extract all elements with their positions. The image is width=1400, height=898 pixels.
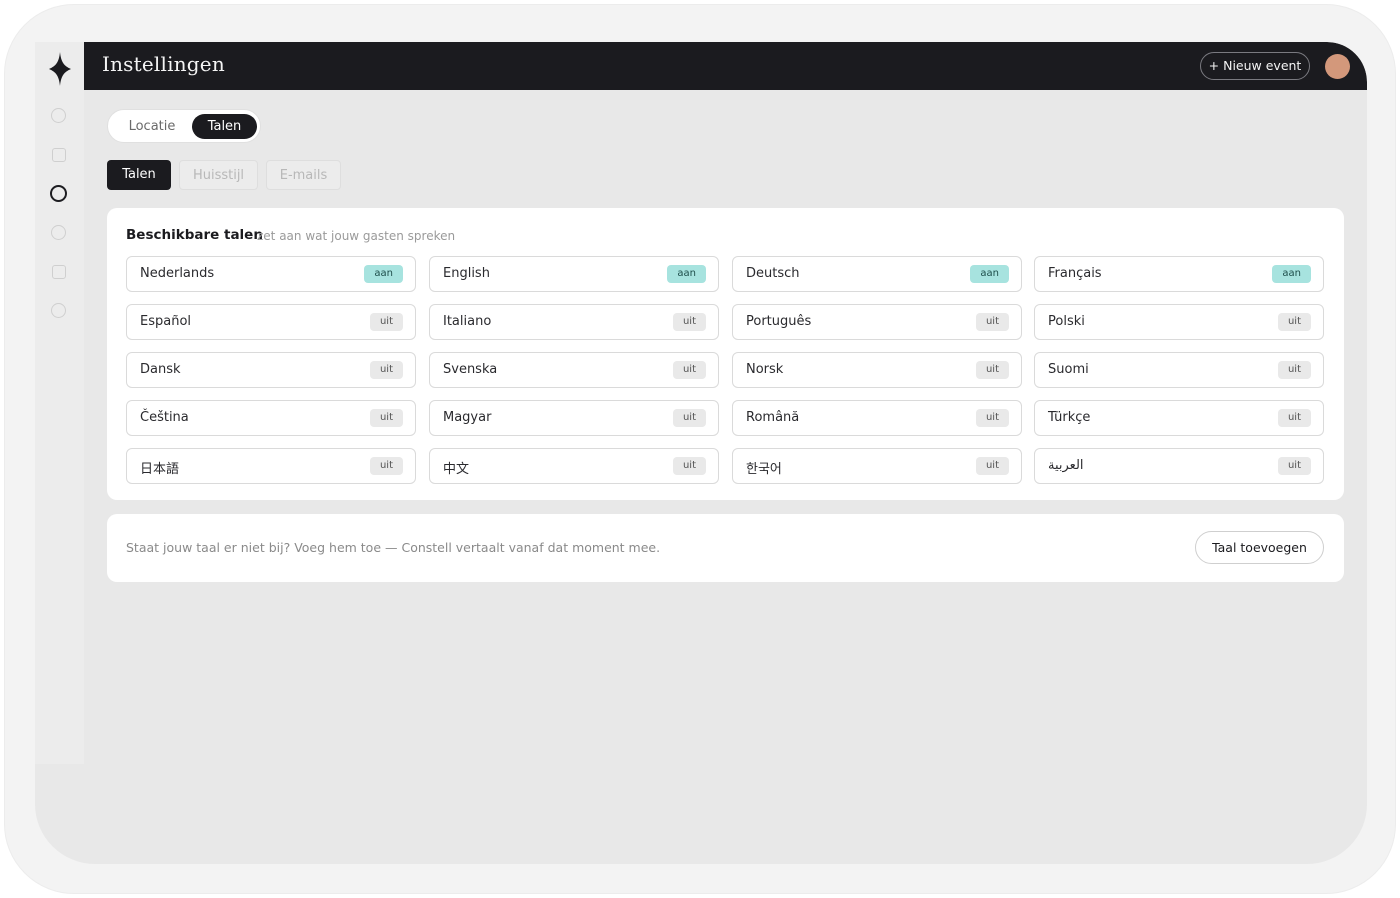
language-tile[interactable]: English aan xyxy=(429,256,719,292)
rail-nav-icon-1[interactable] xyxy=(51,108,66,123)
language-name: العربية xyxy=(1048,458,1084,473)
language-tile[interactable]: Magyar uit xyxy=(429,400,719,436)
language-name: Türkçe xyxy=(1048,410,1091,425)
language-status-badge[interactable]: uit xyxy=(1277,361,1311,379)
language-status-badge[interactable]: uit xyxy=(672,361,706,379)
language-name: Português xyxy=(746,314,812,329)
language-tile[interactable]: Polski uit xyxy=(1034,304,1324,340)
tab-e-mails[interactable]: E-mails xyxy=(266,160,341,190)
language-status-badge[interactable]: aan xyxy=(667,265,706,283)
language-status-badge[interactable]: aan xyxy=(1272,265,1311,283)
rail-nav-icon-5[interactable] xyxy=(52,265,66,279)
language-name: 한국어 xyxy=(746,462,782,477)
tab-talen[interactable]: Talen xyxy=(107,160,171,190)
language-tile[interactable]: Suomi uit xyxy=(1034,352,1324,388)
language-tile[interactable]: 日本語 uit xyxy=(126,448,416,484)
rail-nav-icon-6[interactable] xyxy=(51,303,66,318)
add-language-button[interactable]: Taal toevoegen xyxy=(1195,531,1324,564)
language-tile[interactable]: Türkçe uit xyxy=(1034,400,1324,436)
language-status-badge[interactable]: uit xyxy=(1277,409,1311,427)
language-status-badge[interactable]: uit xyxy=(975,457,1009,475)
language-tile[interactable]: Français aan xyxy=(1034,256,1324,292)
language-status-badge[interactable]: aan xyxy=(970,265,1009,283)
page-title: Instellingen xyxy=(102,52,225,76)
app-screen: Instellingen + Nieuw event Locatie Talen… xyxy=(35,42,1367,864)
segment-talen[interactable]: Talen xyxy=(192,114,257,139)
language-name: Dansk xyxy=(140,362,181,377)
language-status-badge[interactable]: uit xyxy=(672,409,706,427)
language-tile[interactable]: Español uit xyxy=(126,304,416,340)
language-status-badge[interactable]: uit xyxy=(1277,457,1311,475)
segment-locatie[interactable]: Locatie xyxy=(114,114,190,139)
language-name: Norsk xyxy=(746,362,784,377)
language-name: English xyxy=(443,266,490,281)
language-status-badge[interactable]: uit xyxy=(369,361,403,379)
languages-card: Beschikbare talen zet aan wat jouw gaste… xyxy=(107,208,1344,500)
language-tile[interactable]: العربية uit xyxy=(1034,448,1324,484)
language-status-badge[interactable]: uit xyxy=(369,457,403,475)
add-language-hint: Staat jouw taal er niet bij? Voeg hem to… xyxy=(126,540,661,555)
language-status-badge[interactable]: uit xyxy=(975,409,1009,427)
language-tile[interactable]: 中文 uit xyxy=(429,448,719,484)
language-name: Polski xyxy=(1048,314,1085,329)
language-name: Deutsch xyxy=(746,266,800,281)
language-status-badge[interactable]: uit xyxy=(975,313,1009,331)
languages-subheading: zet aan wat jouw gasten spreken xyxy=(257,229,456,243)
language-status-badge[interactable]: aan xyxy=(364,265,403,283)
language-status-badge[interactable]: uit xyxy=(369,313,403,331)
language-name: Nederlands xyxy=(140,266,215,281)
language-tile[interactable]: 한국어 uit xyxy=(732,448,1022,484)
avatar[interactable] xyxy=(1325,54,1350,79)
language-name: Italiano xyxy=(443,314,492,329)
language-tile[interactable]: Čeština uit xyxy=(126,400,416,436)
language-name: Suomi xyxy=(1048,362,1089,377)
language-tile[interactable]: Português uit xyxy=(732,304,1022,340)
language-status-badge[interactable]: uit xyxy=(672,313,706,331)
language-name: Français xyxy=(1048,266,1102,281)
section-segmented-control: Locatie Talen xyxy=(107,109,261,143)
language-name: Svenska xyxy=(443,362,498,377)
add-language-card: Staat jouw taal er niet bij? Voeg hem to… xyxy=(107,514,1344,582)
language-name: 中文 xyxy=(443,462,470,477)
language-status-badge[interactable]: uit xyxy=(672,457,706,475)
tab-huisstijl[interactable]: Huisstijl xyxy=(179,160,258,190)
language-status-badge[interactable]: uit xyxy=(975,361,1009,379)
languages-heading: Beschikbare talen xyxy=(126,227,263,243)
rail-nav-icon-4[interactable] xyxy=(51,225,66,240)
language-name: Čeština xyxy=(140,410,189,425)
rail-nav-icon-2[interactable] xyxy=(52,148,66,162)
language-tile[interactable]: Dansk uit xyxy=(126,352,416,388)
language-tile[interactable]: Norsk uit xyxy=(732,352,1022,388)
language-tile[interactable]: Italiano uit xyxy=(429,304,719,340)
language-tile[interactable]: Nederlands aan xyxy=(126,256,416,292)
language-tile[interactable]: Deutsch aan xyxy=(732,256,1022,292)
top-bar: Instellingen + Nieuw event xyxy=(84,42,1367,90)
language-status-badge[interactable]: uit xyxy=(1277,313,1311,331)
language-tile[interactable]: Română uit xyxy=(732,400,1022,436)
language-name: 日本語 xyxy=(140,462,180,477)
side-rail xyxy=(35,42,84,764)
new-event-button[interactable]: + Nieuw event xyxy=(1200,52,1310,80)
logo-star-icon xyxy=(49,52,71,86)
language-name: Română xyxy=(746,410,800,425)
language-tile[interactable]: Svenska uit xyxy=(429,352,719,388)
rail-nav-icon-3-active[interactable] xyxy=(50,185,67,202)
language-name: Español xyxy=(140,314,192,329)
language-name: Magyar xyxy=(443,410,492,425)
language-status-badge[interactable]: uit xyxy=(369,409,403,427)
